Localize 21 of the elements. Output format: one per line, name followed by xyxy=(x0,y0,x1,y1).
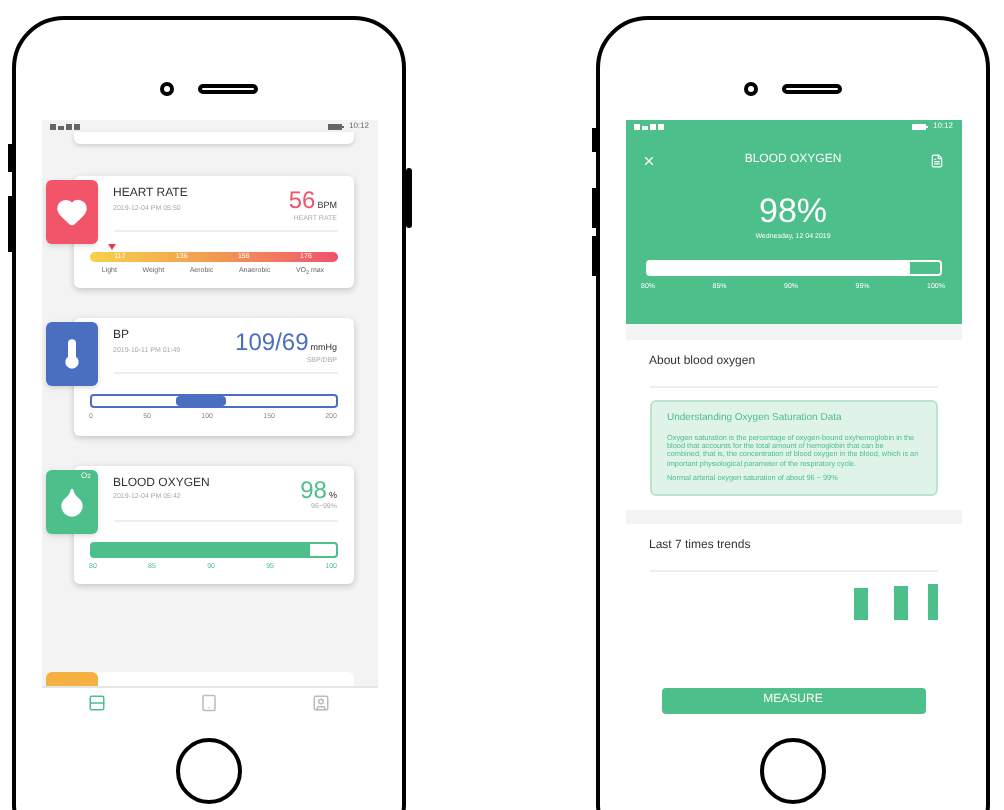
trend-bars-drawing xyxy=(853,583,937,620)
oxygen-value: 98% xyxy=(758,194,828,228)
battery-icon xyxy=(328,123,345,129)
list-icon[interactable] xyxy=(88,693,106,711)
speaker-slot xyxy=(198,83,258,93)
card-value: 109/69 xyxy=(235,330,309,355)
card-icon-edge xyxy=(45,672,97,686)
camera-icon xyxy=(744,81,758,95)
card-value: 56 xyxy=(288,188,316,212)
signal-icon xyxy=(49,123,81,129)
signal-icon xyxy=(633,123,665,129)
speaker-slot xyxy=(782,83,842,93)
home-button[interactable] xyxy=(176,738,242,804)
home-button[interactable] xyxy=(760,738,826,804)
document-icon[interactable] xyxy=(930,154,945,168)
device-icon[interactable] xyxy=(200,693,218,711)
close-icon[interactable] xyxy=(641,154,655,168)
card-value: 98 xyxy=(300,477,327,501)
camera-icon xyxy=(160,81,174,95)
battery-icon xyxy=(912,123,929,129)
user-icon[interactable] xyxy=(312,693,330,711)
